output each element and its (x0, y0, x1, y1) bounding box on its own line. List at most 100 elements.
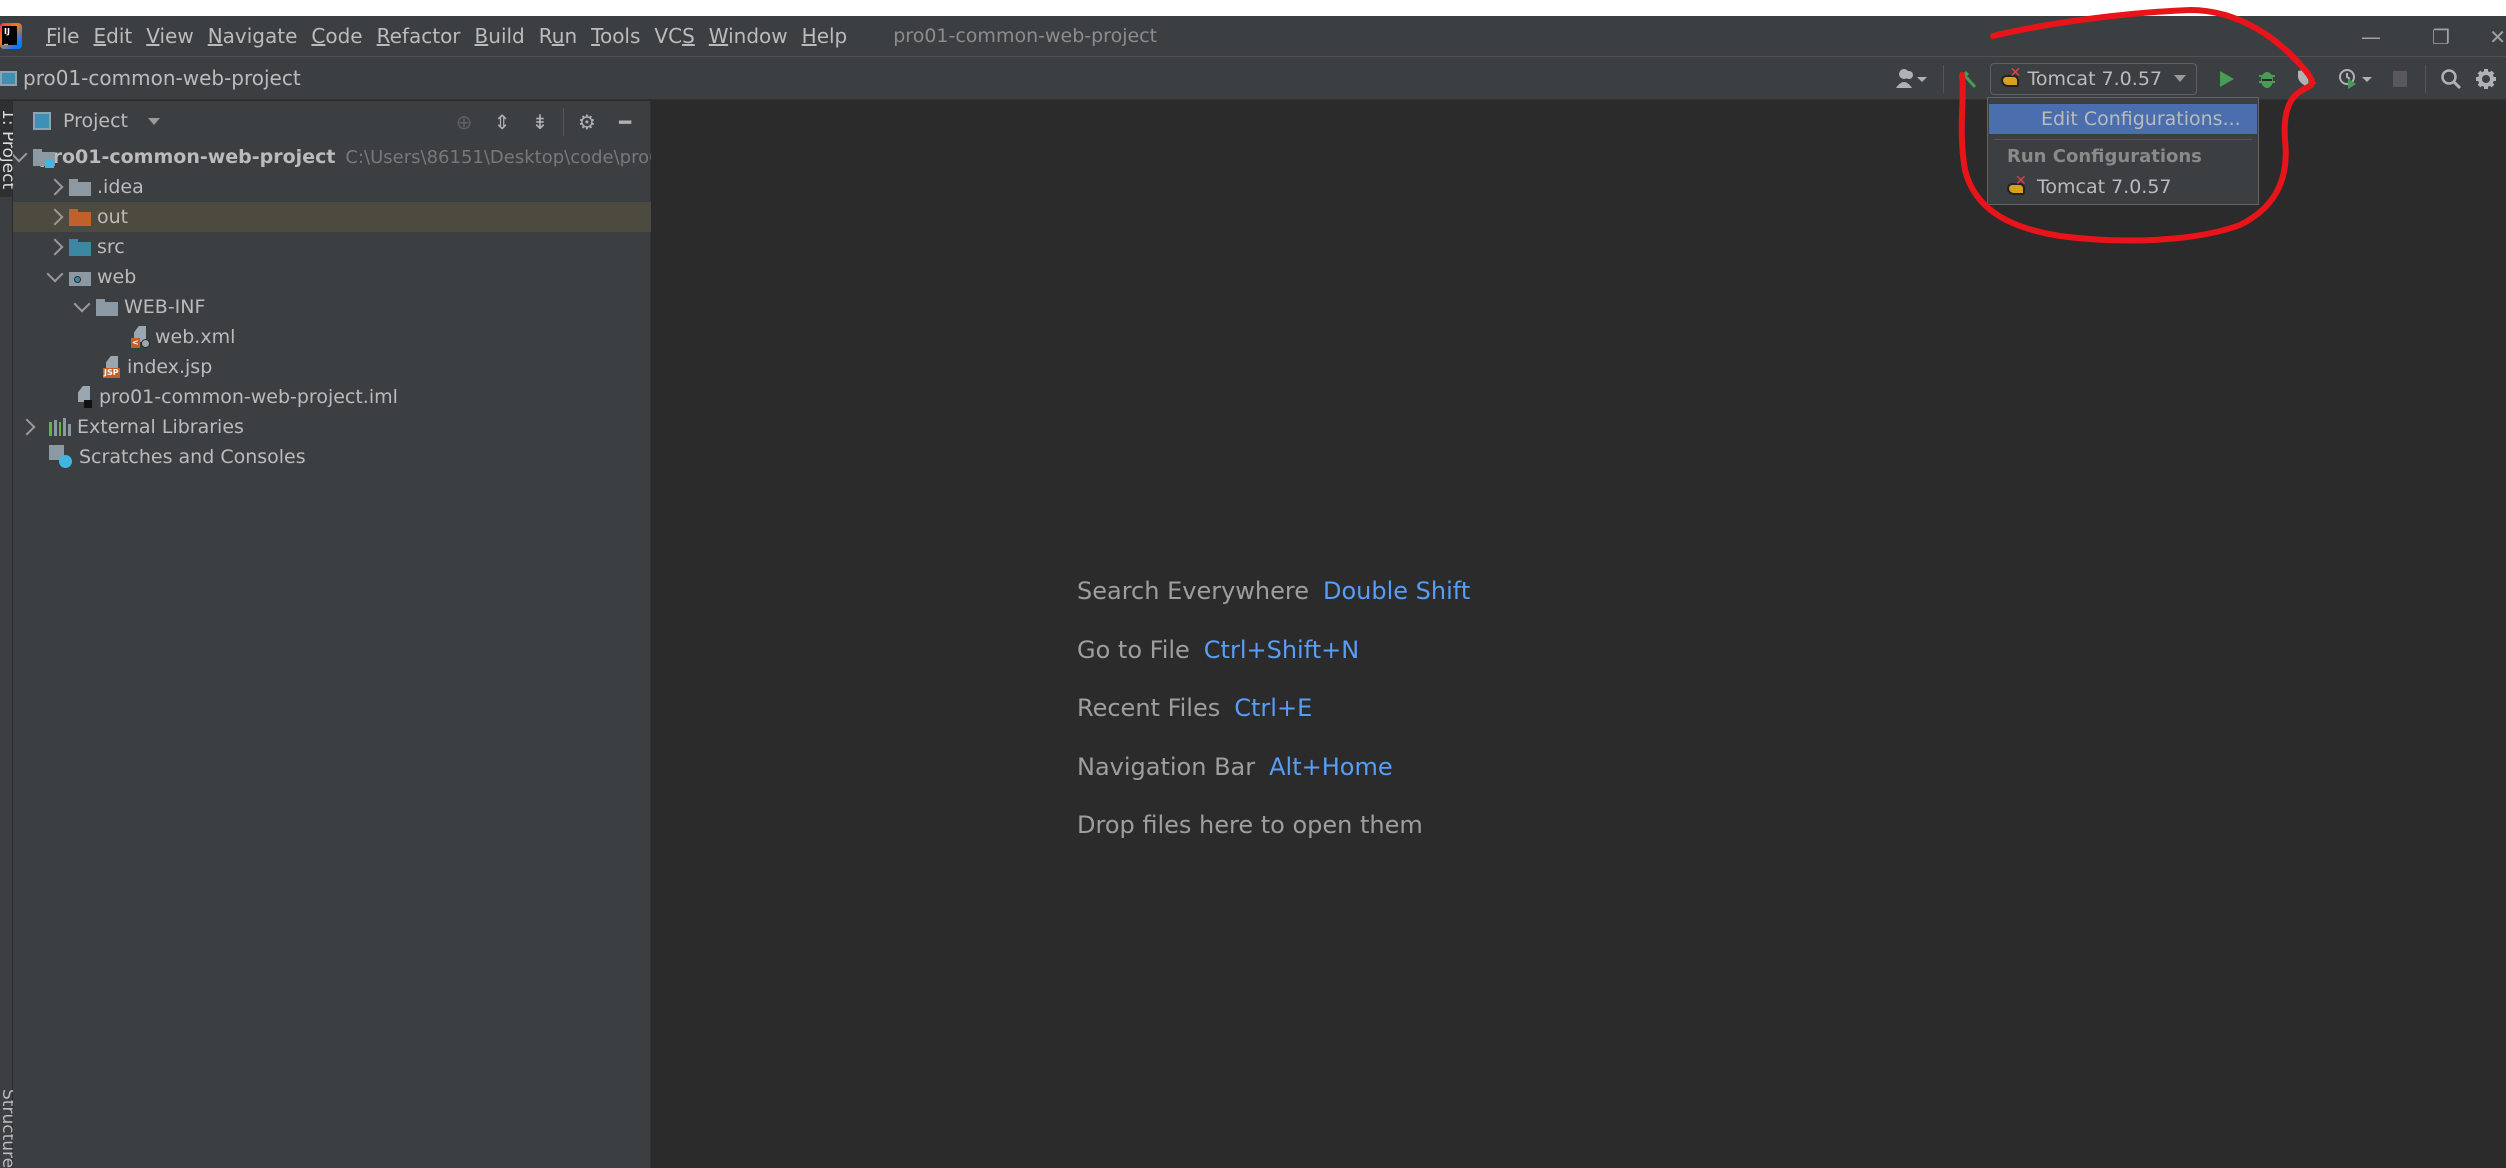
shortcut-label: Alt+Home (1269, 752, 1393, 781)
xml-file-icon: < (131, 326, 150, 348)
empty-editor-hints: Search Everywhere Double Shift Go to File… (1077, 562, 1470, 855)
expand-all-icon: ⇕ (493, 109, 511, 134)
select-opened-file-button[interactable]: ⊕ (445, 110, 483, 134)
menu-edit[interactable]: Edit (93, 24, 132, 48)
chevron-right-icon[interactable] (41, 178, 69, 196)
source-folder-icon (69, 238, 91, 256)
toolbar-separator (1943, 64, 1945, 93)
menu-view[interactable]: View (146, 24, 193, 48)
stop-icon (2393, 70, 2407, 87)
tree-item-web-xml[interactable]: < web.xml (13, 322, 651, 352)
project-panel-header: Project ⊕ ⇕ ⇟ ⚙ ━ (13, 101, 650, 142)
menu-build[interactable]: Build (475, 24, 525, 48)
vcs-user-button[interactable] (1891, 62, 1933, 96)
tree-item-src[interactable]: src (13, 232, 651, 262)
hint-navigation-bar: Navigation Bar Alt+Home (1077, 752, 1393, 781)
folder-icon (96, 298, 118, 316)
menu-run[interactable]: Run (539, 24, 577, 48)
edit-configurations-item[interactable]: Edit Configurations... (1989, 104, 2257, 134)
minimize-icon: — (2361, 24, 2381, 49)
collapse-all-button[interactable]: ⇟ (521, 110, 559, 134)
run-configuration-selector[interactable]: ✕ Tomcat 7.0.57 (1990, 62, 2197, 95)
tree-item-out[interactable]: out (13, 202, 651, 232)
project-panel-title[interactable]: Project (63, 110, 128, 132)
menu-file[interactable]: File (46, 24, 79, 48)
tree-item-idea[interactable]: .idea (13, 172, 651, 202)
tree-item-scratches[interactable]: Scratches and Consoles (13, 442, 651, 472)
close-button[interactable]: ✕ (2476, 16, 2506, 57)
run-icon (2220, 70, 2234, 87)
jsp-file-icon: JSP (103, 356, 121, 378)
tree-item-label: pro01-common-web-project.iml (99, 386, 398, 408)
profiler-icon (2339, 68, 2372, 89)
project-tool-tab[interactable]: 1: Project (0, 101, 18, 197)
menu-refactor[interactable]: Refactor (377, 24, 461, 48)
breadcrumb-project[interactable]: pro01-common-web-project (0, 66, 301, 90)
collapse-all-icon: ⇟ (531, 109, 549, 134)
profile-button[interactable] (2327, 62, 2385, 96)
library-icon (49, 418, 71, 436)
breadcrumb-label: pro01-common-web-project (23, 66, 301, 90)
chevron-right-icon[interactable] (41, 238, 69, 256)
navigation-bar: pro01-common-web-project ✕ Tomcat 7.0.57 (0, 57, 2506, 100)
run-button[interactable] (2207, 62, 2247, 96)
tree-item-external-libraries[interactable]: External Libraries (13, 412, 651, 442)
web-folder-icon (69, 269, 91, 286)
minimize-icon: ━ (618, 109, 632, 134)
run-configuration-popup: Edit Configurations... Run Configuration… (1987, 97, 2259, 205)
view-mode-dropdown-icon[interactable] (148, 117, 161, 125)
run-config-item-tomcat[interactable]: ✕ Tomcat 7.0.57 (2007, 172, 2172, 202)
panel-settings-button[interactable]: ⚙ (568, 110, 606, 134)
chevron-down-icon (2174, 75, 2186, 82)
menu-tools[interactable]: Tools (591, 24, 640, 48)
menu-code[interactable]: Code (311, 24, 362, 48)
tree-item-index-jsp[interactable]: JSP index.jsp (13, 352, 651, 382)
tomcat-icon: ✕ (2007, 174, 2027, 197)
tree-item-web-inf[interactable]: WEB-INF (13, 292, 651, 322)
editor-area[interactable]: Search Everywhere Double Shift Go to File… (652, 101, 2506, 1168)
menu-window[interactable]: Window (709, 24, 788, 48)
chevron-down-icon[interactable] (68, 295, 96, 313)
tree-item-web[interactable]: web (13, 262, 651, 292)
bug-icon (2259, 71, 2275, 88)
chevron-right-icon[interactable] (13, 418, 41, 436)
tree-item-label: WEB-INF (124, 296, 206, 318)
gear-icon (2476, 68, 2496, 89)
run-configuration-label: Tomcat 7.0.57 (2027, 67, 2162, 90)
settings-button[interactable] (2466, 62, 2506, 96)
tree-item-label: Scratches and Consoles (79, 446, 306, 468)
gear-icon: ⚙ (578, 109, 596, 134)
project-tool-window: Project ⊕ ⇕ ⇟ ⚙ ━ pro01-common-web-proje… (13, 101, 651, 1168)
toolbar-separator (2425, 64, 2426, 93)
left-tool-strip: 1: Project Structure (0, 101, 18, 1168)
tree-item-label: External Libraries (77, 416, 244, 438)
menu-vcs[interactable]: VCS (654, 24, 694, 48)
chevron-down-icon[interactable] (13, 145, 28, 163)
tree-item-label: index.jsp (127, 356, 213, 378)
hide-panel-button[interactable]: ━ (606, 110, 644, 134)
hint-go-to-file: Go to File Ctrl+Shift+N (1077, 635, 1360, 664)
tree-item-label: .idea (97, 176, 144, 198)
screen-top-strip (0, 0, 2506, 16)
menu-navigate[interactable]: Navigate (208, 24, 298, 48)
popup-separator (1994, 139, 2252, 140)
excluded-folder-icon (69, 208, 91, 226)
window-title: pro01-common-web-project (893, 25, 1158, 47)
tree-item-iml[interactable]: pro01-common-web-project.iml (13, 382, 651, 412)
chevron-down-icon[interactable] (41, 265, 69, 283)
shortcut-label: Double Shift (1323, 577, 1471, 606)
stop-button[interactable] (2385, 62, 2415, 96)
menu-help[interactable]: Help (802, 24, 848, 48)
minimize-button[interactable]: — (2336, 16, 2406, 57)
run-with-coverage-button[interactable] (2287, 62, 2327, 96)
folder-icon (69, 178, 91, 196)
debug-button[interactable] (2247, 62, 2287, 96)
build-button[interactable] (1954, 62, 1980, 96)
iml-file-icon (75, 386, 93, 408)
tree-item-root-module[interactable]: pro01-common-web-project C:\Users\86151\… (13, 142, 651, 172)
expand-all-button[interactable]: ⇕ (483, 110, 521, 134)
chevron-right-icon[interactable] (41, 208, 69, 226)
main-toolbar: ✕ Tomcat 7.0.57 (1891, 57, 2506, 100)
restore-button[interactable]: ❐ (2406, 16, 2476, 57)
search-everywhere-button[interactable] (2436, 62, 2466, 96)
